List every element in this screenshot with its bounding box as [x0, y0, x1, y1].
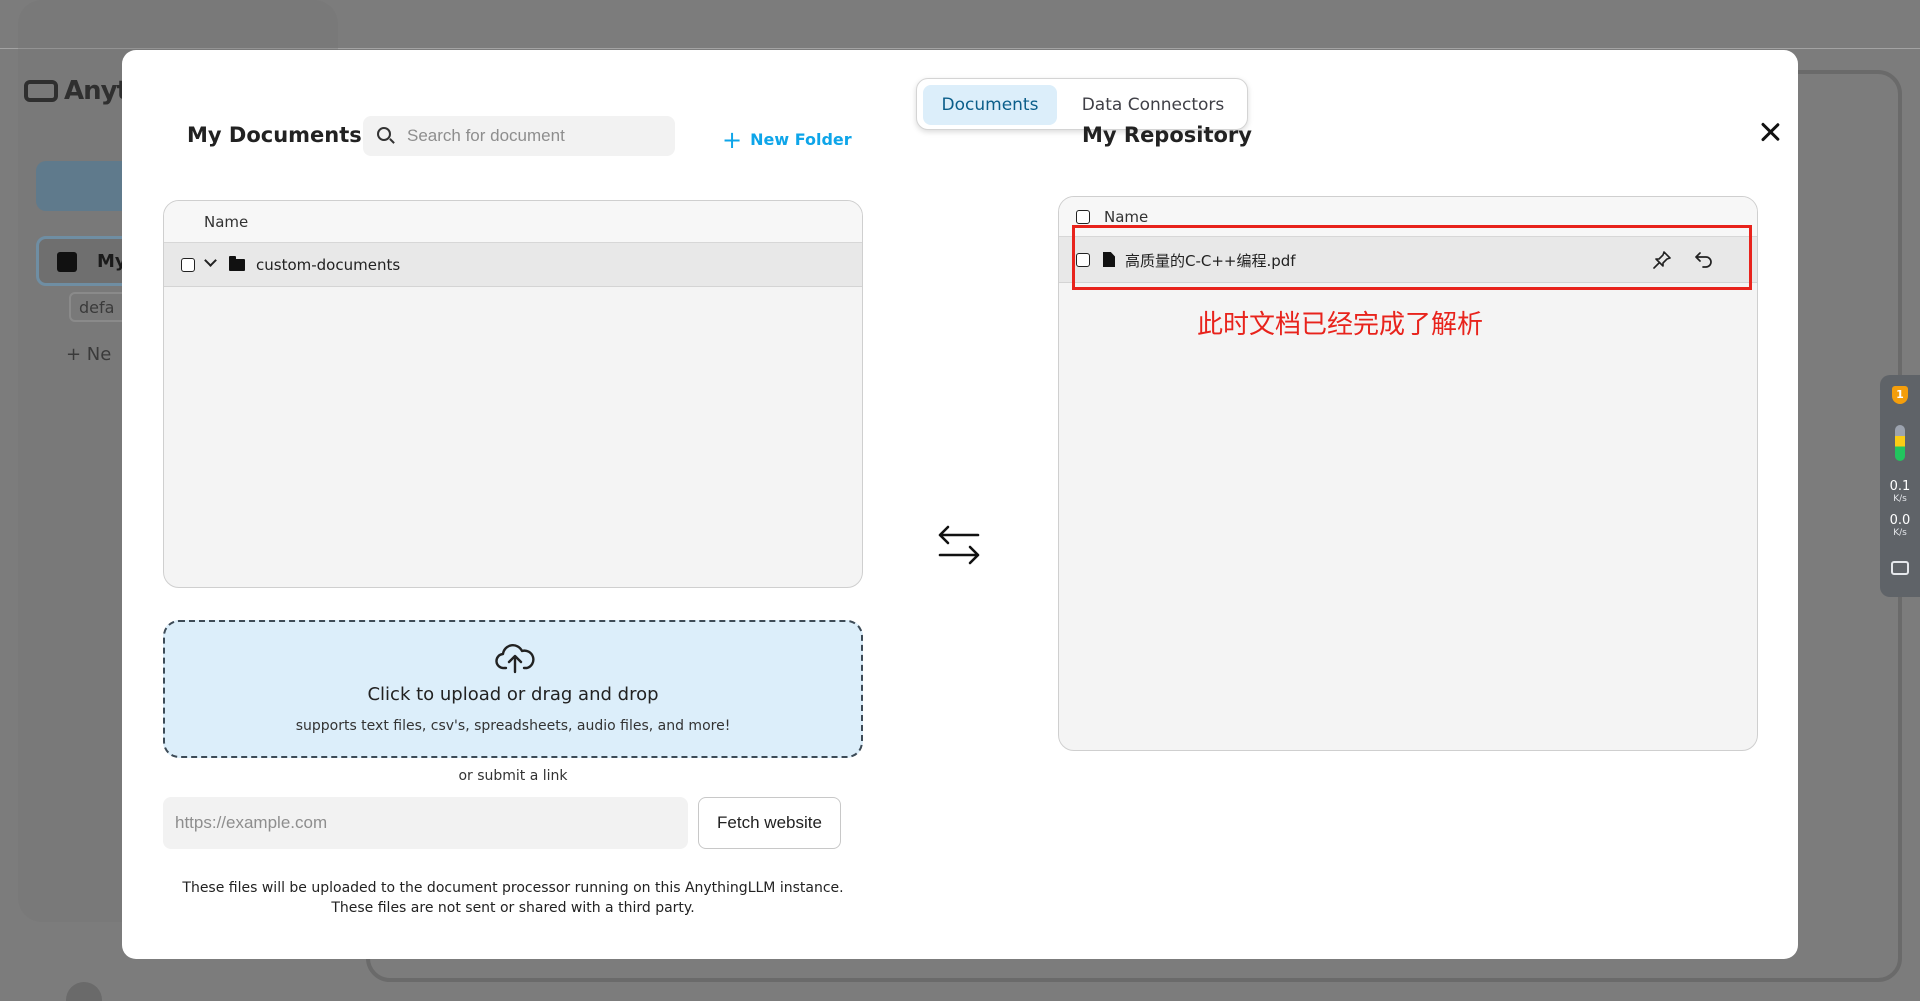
column-name-header: Name [204, 213, 249, 231]
document-manager-modal: Documents Data Connectors My Documents +… [122, 50, 1798, 959]
my-documents-panel: Name custom-documents [163, 200, 863, 588]
grid-icon [57, 252, 77, 272]
upload-subtitle: supports text files, csv's, spreadsheets… [295, 718, 731, 734]
tab-data-connectors[interactable]: Data Connectors [1063, 85, 1243, 125]
upload-footnote: These files will be uploaded to the docu… [182, 880, 844, 916]
select-all-checkbox[interactable] [1076, 210, 1090, 224]
file-name: 高质量的C-C++编程.pdf [1125, 252, 1296, 270]
pin-icon[interactable] [1651, 249, 1673, 271]
or-submit-link-label: or submit a link [458, 768, 568, 784]
folder-icon [229, 256, 245, 271]
download-speed: 0.0 K/s [1889, 513, 1911, 538]
upload-speed: 0.1 K/s [1889, 479, 1911, 504]
my-repository-panel: Name 高质量的C-C++编程.pdf [1058, 196, 1758, 751]
search-icon [377, 127, 391, 141]
tab-documents[interactable]: Documents [923, 85, 1057, 125]
fetch-website-button[interactable]: Fetch website [698, 797, 841, 849]
search-input[interactable] [407, 116, 657, 156]
camera-icon[interactable] [1891, 561, 1909, 575]
file-icon [1103, 252, 1115, 267]
repository-file-row[interactable]: 高质量的C-C++编程.pdf [1059, 237, 1757, 283]
shield-badge-icon[interactable]: 1 [1892, 386, 1908, 404]
column-name-header: Name [1104, 208, 1149, 226]
undo-icon[interactable] [1693, 248, 1715, 270]
my-documents-title: My Documents [187, 123, 362, 147]
folder-name: custom-documents [256, 256, 401, 274]
swap-arrows-icon [938, 525, 980, 565]
cloud-upload-icon [495, 644, 535, 674]
close-icon[interactable] [1754, 117, 1786, 149]
document-search [363, 116, 675, 156]
new-folder-button[interactable]: + New Folder [722, 126, 852, 154]
settings-icon[interactable] [66, 982, 102, 1001]
documents-table-header: Name [164, 201, 862, 243]
row-checkbox[interactable] [181, 258, 195, 272]
annotation-text: 此时文档已经完成了解析 [1197, 310, 1484, 340]
network-monitor-widget[interactable]: 1 0.1 K/s 0.0 K/s [1880, 375, 1920, 597]
folder-row[interactable]: custom-documents [164, 243, 862, 287]
upload-title: Click to upload or drag and drop [367, 684, 659, 705]
upload-dropzone[interactable]: Click to upload or drag and drop support… [163, 620, 863, 758]
row-checkbox[interactable] [1076, 253, 1090, 267]
level-bar [1895, 425, 1905, 461]
plus-icon: + [722, 126, 743, 154]
my-repository-title: My Repository [1082, 123, 1252, 147]
url-input[interactable] [163, 797, 688, 849]
chevron-down-icon[interactable] [204, 254, 217, 267]
repository-table-header: Name [1059, 197, 1757, 237]
new-thread-button[interactable]: + Ne [66, 344, 111, 365]
logo-icon [24, 80, 58, 102]
